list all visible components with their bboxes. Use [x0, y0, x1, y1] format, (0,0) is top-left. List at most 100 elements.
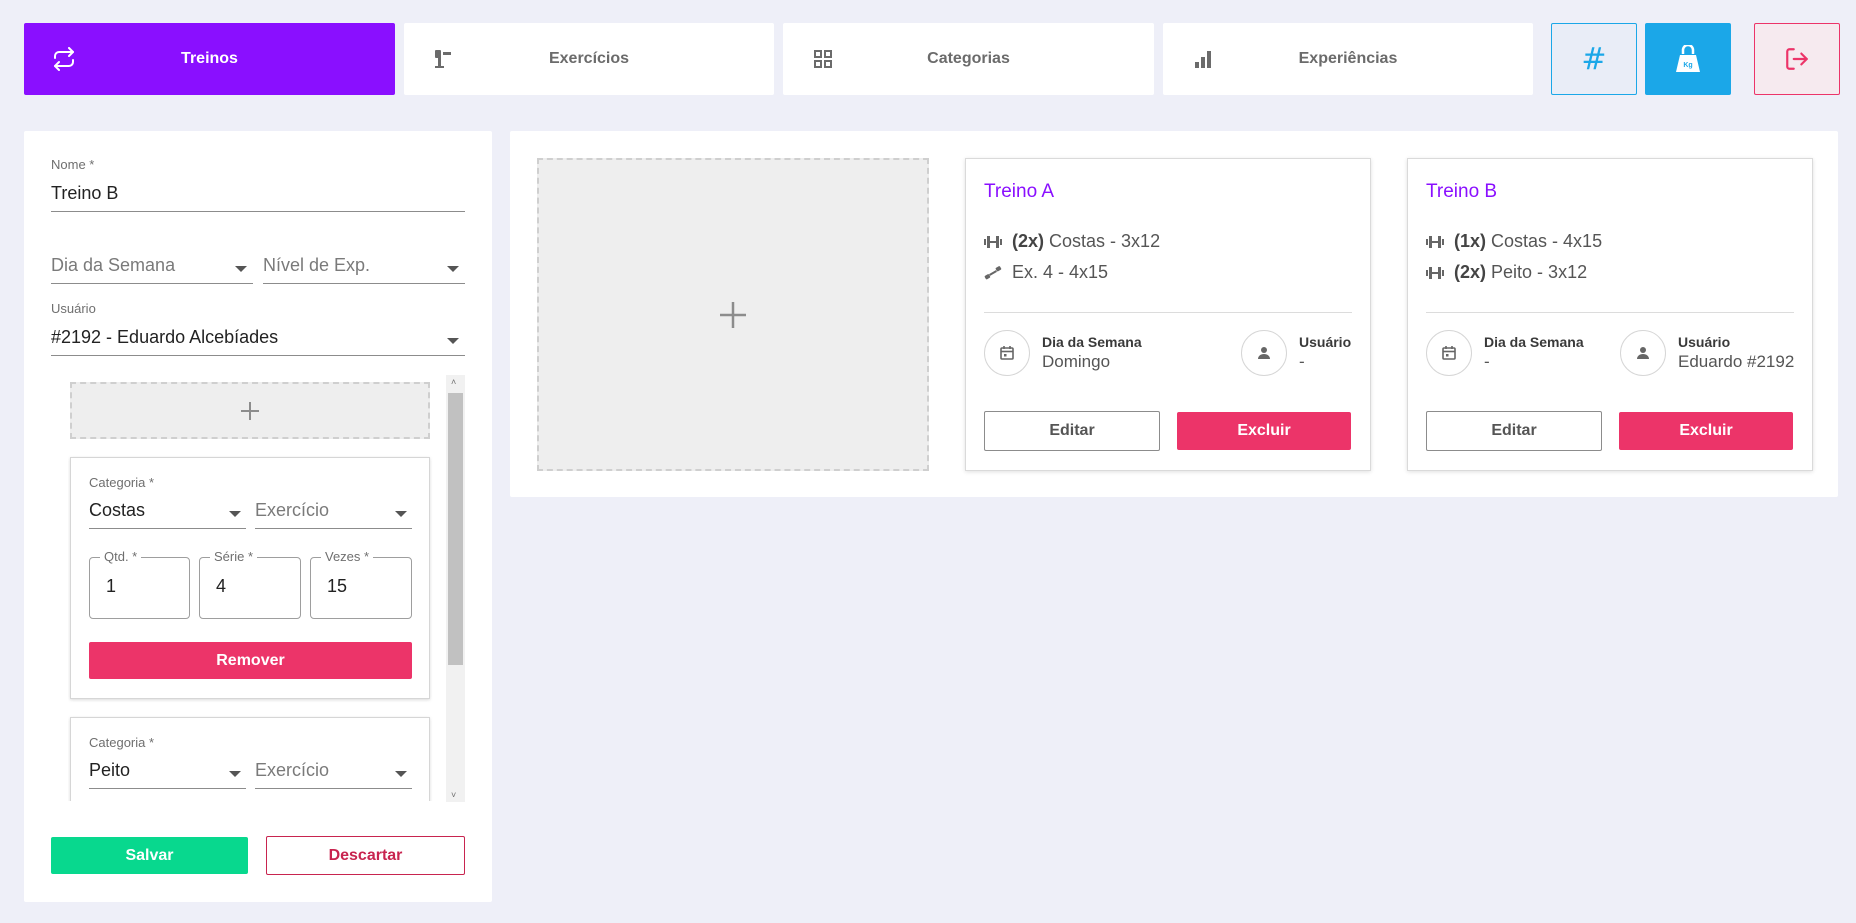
logout-button[interactable]	[1754, 23, 1840, 95]
plus-icon	[720, 301, 746, 328]
divider	[1426, 312, 1794, 313]
usuario-value: #2192 - Eduardo Alcebíades	[51, 327, 279, 347]
exercise-text: Costas - 3x12	[1049, 231, 1161, 251]
user-icon	[1620, 330, 1666, 376]
delete-button[interactable]: Excluir	[1619, 412, 1793, 450]
plus-icon	[241, 401, 259, 420]
exercise-card: Categoria * Peito Exercício	[70, 717, 430, 801]
dia-semana-value: Domingo	[1042, 352, 1111, 371]
qtd-label: Qtd. *	[100, 549, 142, 564]
workout-exercise: Ex. 4 - 4x15	[984, 262, 1108, 283]
remove-button[interactable]: Remover	[89, 642, 412, 679]
dia-semana-value: -	[1484, 352, 1490, 371]
stretch-icon	[984, 265, 1002, 279]
categoria-select[interactable]: Peito	[89, 756, 246, 789]
exercise-card: Categoria * Costas Exercício Qtd. * 1 Sé…	[70, 457, 430, 699]
vezes-input[interactable]: Vezes * 15	[310, 549, 412, 619]
scroll-down-icon[interactable]: ˅	[451, 790, 456, 800]
workout-form: Nome * Treino B Dia da Semana Nível de E…	[24, 131, 492, 902]
chevron-down-icon	[447, 338, 459, 344]
serie-label: Série *	[210, 549, 258, 564]
exercise-list[interactable]: Categoria * Costas Exercício Qtd. * 1 Sé…	[68, 376, 470, 801]
qtd-input[interactable]: Qtd. * 1	[89, 549, 190, 619]
dumbbell-icon	[984, 235, 1002, 248]
edit-button[interactable]: Editar	[984, 411, 1160, 451]
tab-exercicios[interactable]: Exercícios	[404, 23, 774, 95]
exercise-multiplier: (2x)	[1454, 262, 1487, 282]
workout-exercise: (2x) Peito - 3x12	[1426, 262, 1587, 283]
edit-button[interactable]: Editar	[1426, 411, 1602, 451]
dia-semana-label: Dia da Semana	[1042, 334, 1142, 350]
workout-exercise: (1x) Costas - 4x15	[1426, 231, 1602, 252]
tab-label: Categorias	[927, 50, 1010, 67]
serie-input[interactable]: Série * 4	[199, 549, 301, 619]
dumbbell-icon	[1426, 266, 1444, 279]
tab-treinos[interactable]: Treinos	[24, 23, 395, 95]
usuario-label: Usuário	[1678, 334, 1731, 350]
categoria-value: Costas	[89, 500, 146, 520]
grid-icon	[814, 50, 832, 68]
exercise-multiplier: (1x)	[1454, 231, 1487, 251]
exercise-text: Costas - 4x15	[1491, 231, 1603, 251]
categoria-label: Categoria *	[89, 475, 155, 490]
workout-title: Treino B	[1426, 181, 1498, 202]
dia-semana-select[interactable]: Dia da Semana	[51, 251, 253, 284]
chevron-down-icon	[395, 511, 407, 517]
usuario-select[interactable]: #2192 - Eduardo Alcebíades	[51, 323, 465, 356]
vezes-value: 15	[327, 576, 348, 596]
chevron-down-icon	[235, 266, 247, 272]
nome-input[interactable]: Treino B	[51, 179, 465, 212]
calendar-icon	[984, 330, 1030, 376]
chevron-down-icon	[395, 771, 407, 777]
tab-label: Treinos	[181, 50, 238, 67]
weight-button[interactable]: Kg	[1645, 23, 1731, 95]
calendar-icon	[1426, 330, 1472, 376]
exercicio-placeholder: Exercício	[255, 500, 330, 520]
weight-machine-icon	[435, 50, 451, 68]
bar-chart-icon	[1195, 51, 1211, 68]
workout-card: Treino B (1x) Costas - 4x15 (2x) Peito -…	[1407, 158, 1813, 471]
workout-list: Treino A (2x) Costas - 3x12 Ex. 4 - 4x15…	[510, 131, 1838, 497]
exercicio-placeholder: Exercício	[255, 760, 330, 780]
exercise-multiplier: (2x)	[1012, 231, 1045, 251]
exercise-text: Peito - 3x12	[1491, 262, 1588, 282]
categoria-label: Categoria *	[89, 735, 155, 750]
vezes-label: Vezes *	[321, 549, 374, 564]
workout-card: Treino A (2x) Costas - 3x12 Ex. 4 - 4x15…	[965, 158, 1371, 471]
exercise-text: Ex. 4 - 4x15	[1012, 262, 1109, 282]
usuario-label: Usuário	[51, 301, 96, 316]
kettlebell-weight-icon: Kg	[1676, 45, 1700, 72]
add-exercise-button[interactable]	[70, 382, 430, 439]
scrollbar[interactable]: ˄ ˅	[446, 375, 465, 802]
repeat-icon	[54, 47, 74, 71]
logout-icon	[1786, 48, 1808, 70]
user-icon	[1241, 330, 1287, 376]
workout-exercise: (2x) Costas - 3x12	[984, 231, 1160, 252]
workout-title: Treino A	[984, 181, 1055, 202]
dia-semana-placeholder: Dia da Semana	[51, 255, 176, 275]
scroll-up-icon[interactable]: ˄	[451, 377, 456, 387]
exercicio-select[interactable]: Exercício	[255, 756, 412, 789]
add-workout-button[interactable]	[537, 158, 929, 471]
dumbbell-icon	[1426, 235, 1444, 248]
usuario-value: -	[1299, 352, 1305, 371]
qtd-value: 1	[106, 576, 117, 596]
dia-semana-label: Dia da Semana	[1484, 334, 1584, 350]
save-button[interactable]: Salvar	[51, 837, 248, 874]
delete-button[interactable]: Excluir	[1177, 412, 1351, 450]
categoria-select[interactable]: Costas	[89, 496, 246, 529]
scrollbar-thumb[interactable]	[448, 393, 463, 665]
svg-text:Kg: Kg	[1683, 62, 1692, 69]
chevron-down-icon	[229, 771, 241, 777]
nivel-exp-select[interactable]: Nível de Exp.	[263, 251, 465, 284]
tab-categorias[interactable]: Categorias	[783, 23, 1154, 95]
hash-button[interactable]: #	[1551, 23, 1637, 95]
hash-icon: #	[1581, 41, 1607, 77]
discard-button[interactable]: Descartar	[266, 836, 465, 875]
tab-label: Exercícios	[548, 50, 630, 67]
serie-value: 4	[216, 576, 227, 596]
tab-experiencias[interactable]: Experiências	[1163, 23, 1533, 95]
nome-label: Nome *	[51, 157, 95, 172]
exercicio-select[interactable]: Exercício	[255, 496, 412, 529]
usuario-value: Eduardo #2192	[1678, 352, 1795, 371]
